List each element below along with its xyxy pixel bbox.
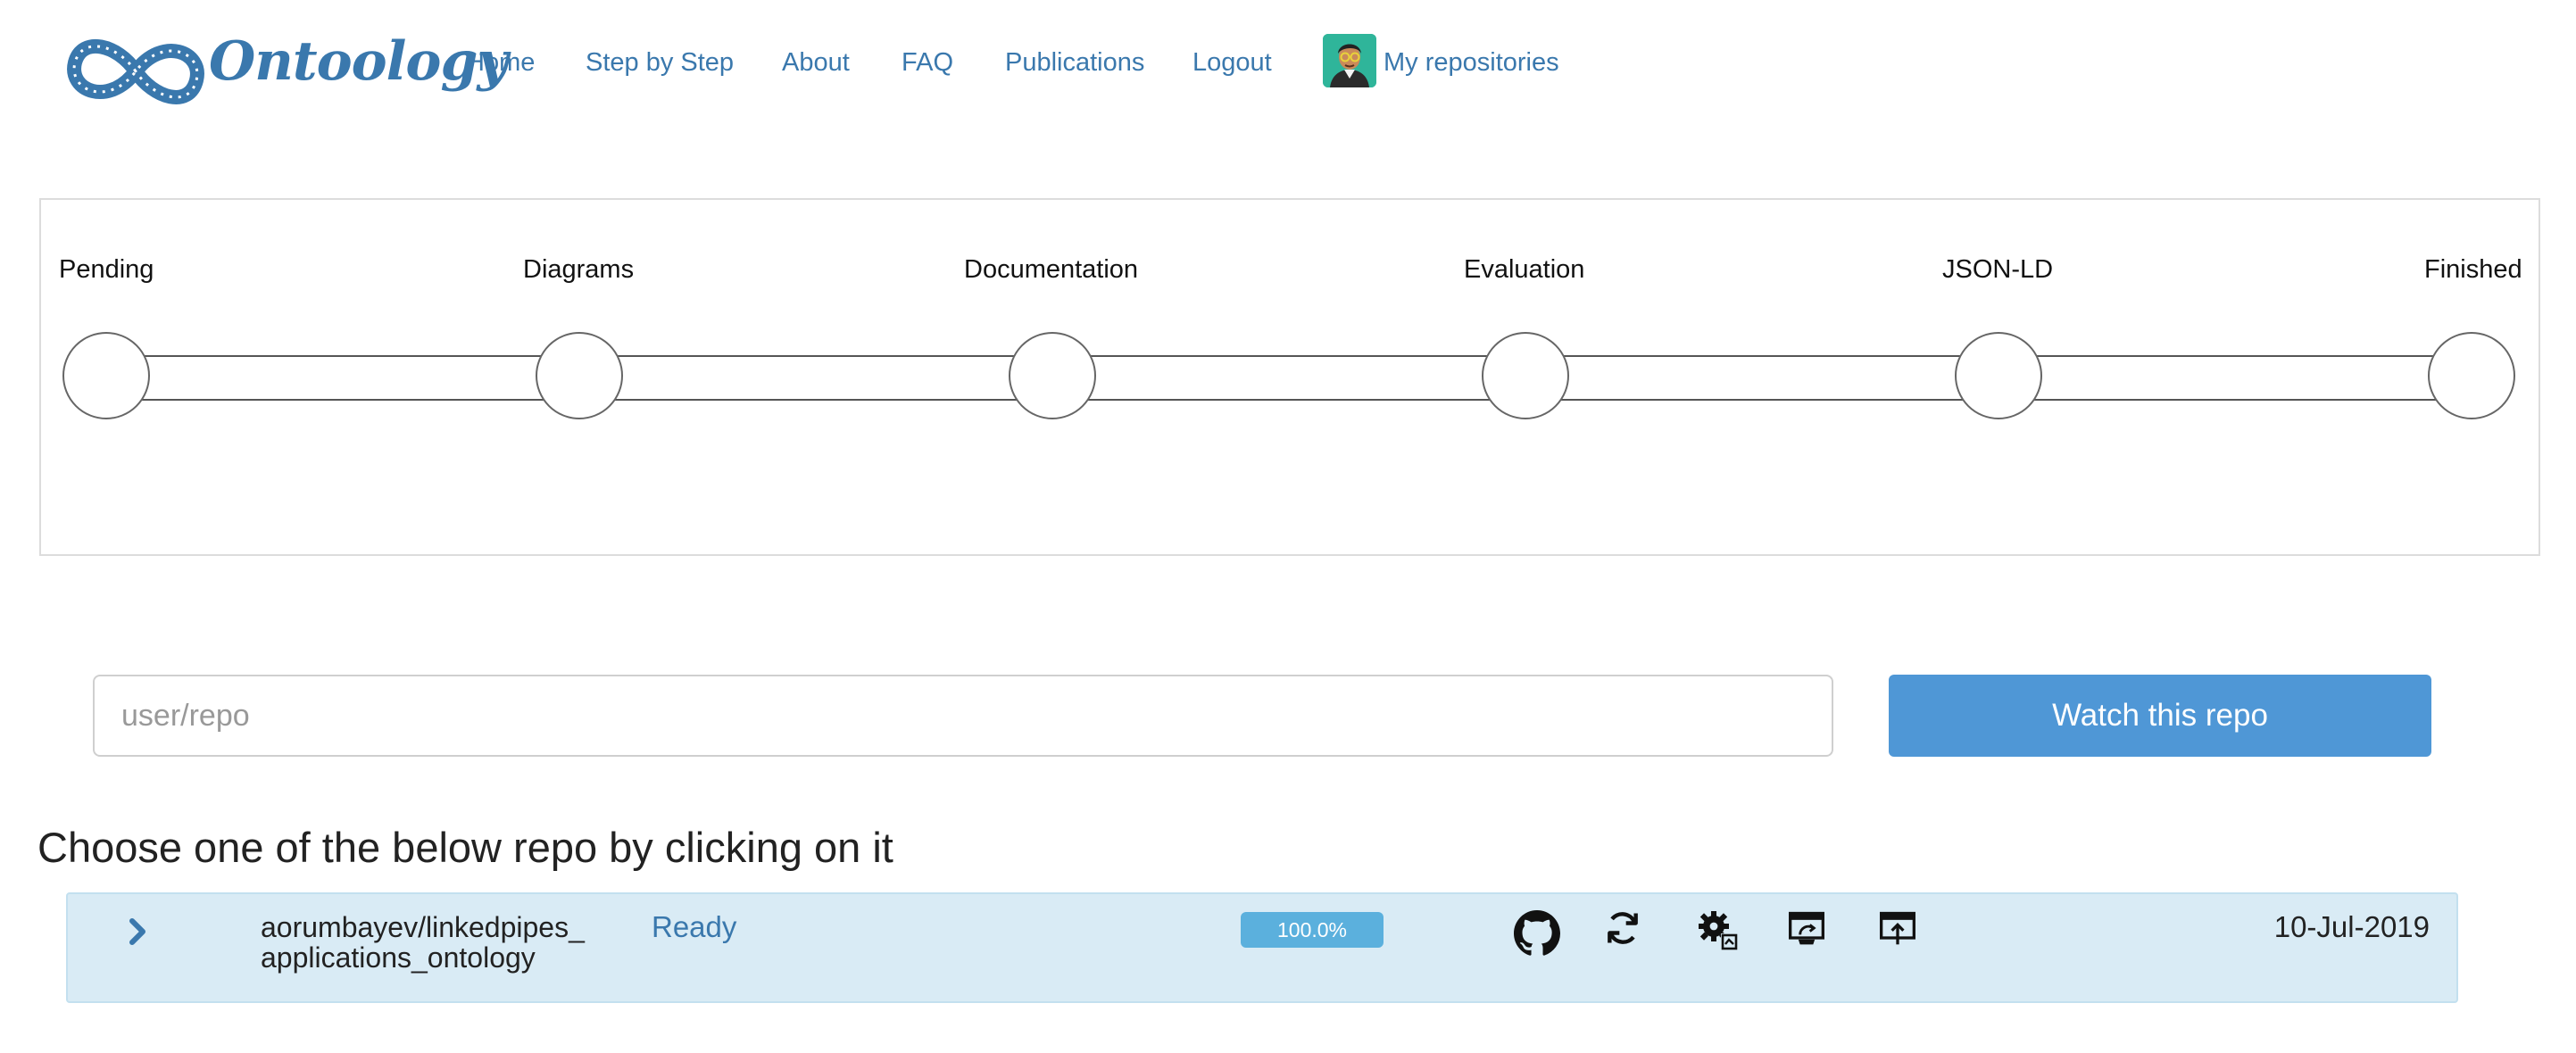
step-label-evaluation: Evaluation	[1464, 255, 1585, 284]
watch-repo-button[interactable]: Watch this repo	[1889, 675, 2431, 757]
user-avatar[interactable]	[1323, 34, 1376, 87]
step-connector-bottom	[1084, 399, 1526, 401]
step-label-finished: Finished	[2424, 255, 2522, 284]
repo-input[interactable]	[93, 675, 1833, 757]
upload-icon[interactable]	[1878, 908, 1917, 948]
step-label-pending: Pending	[59, 255, 154, 284]
step-connector-bottom	[2030, 399, 2472, 401]
publish-icon[interactable]	[1787, 908, 1826, 948]
chevron-right-icon[interactable]	[123, 914, 152, 949]
repo-name[interactable]: aorumbayev/linkedpipes_ applications_ont…	[261, 912, 585, 973]
ontoology-logo[interactable]: Ontoology	[64, 23, 508, 116]
step-label-diagrams: Diagrams	[523, 255, 635, 284]
nav-step-by-step[interactable]: Step by Step	[586, 46, 734, 79]
infinity-logo-icon	[67, 39, 204, 104]
step-connector-top	[137, 355, 580, 357]
step-label-documentation: Documentation	[964, 255, 1139, 284]
repo-progress-label: 100.0%	[1241, 912, 1384, 948]
step-circle-evaluation	[1482, 332, 1569, 419]
step-circle-finished	[2428, 332, 2515, 419]
avatar-icon	[1323, 34, 1376, 87]
step-circle-documentation	[1009, 332, 1096, 419]
step-connector-top	[1557, 355, 1999, 357]
repo-name-line: applications_ontology	[261, 941, 536, 974]
step-connector-top	[2030, 355, 2472, 357]
step-connector-top	[611, 355, 1053, 357]
repo-row[interactable]: aorumbayev/linkedpipes_ applications_ont…	[66, 892, 2458, 1003]
repo-list-heading: Choose one of the below repo by clicking…	[37, 824, 893, 871]
repo-status: Ready	[652, 910, 737, 943]
nav-publications[interactable]: Publications	[1005, 46, 1144, 79]
step-connector-top	[1084, 355, 1526, 357]
repo-progress-bar: 100.0%	[1241, 912, 1384, 948]
repo-date: 10-Jul-2019	[2273, 910, 2430, 943]
repo-name-line: aorumbayev/linkedpipes_	[261, 911, 585, 943]
step-connector-bottom	[137, 399, 580, 401]
nav-about[interactable]: About	[782, 46, 850, 79]
step-connector-bottom	[611, 399, 1053, 401]
nav-my-repositories[interactable]: My repositories	[1384, 46, 1559, 79]
step-circle-json-ld	[1955, 332, 2042, 419]
step-circle-diagrams	[536, 332, 623, 419]
nav-home[interactable]: Home	[466, 46, 535, 79]
step-connector-bottom	[1557, 399, 1999, 401]
step-circle-pending	[62, 332, 150, 419]
progress-stepper: Pending Diagrams Documentation Evaluatio…	[39, 198, 2540, 556]
brand-name: Ontoology	[209, 30, 508, 93]
step-label-json-ld: JSON-LD	[1942, 255, 2054, 284]
nav-faq[interactable]: FAQ	[902, 46, 953, 79]
github-icon[interactable]	[1514, 910, 1560, 957]
settings-icon[interactable]	[1696, 908, 1739, 951]
nav-logout[interactable]: Logout	[1192, 46, 1272, 79]
refresh-icon[interactable]	[1603, 908, 1642, 948]
